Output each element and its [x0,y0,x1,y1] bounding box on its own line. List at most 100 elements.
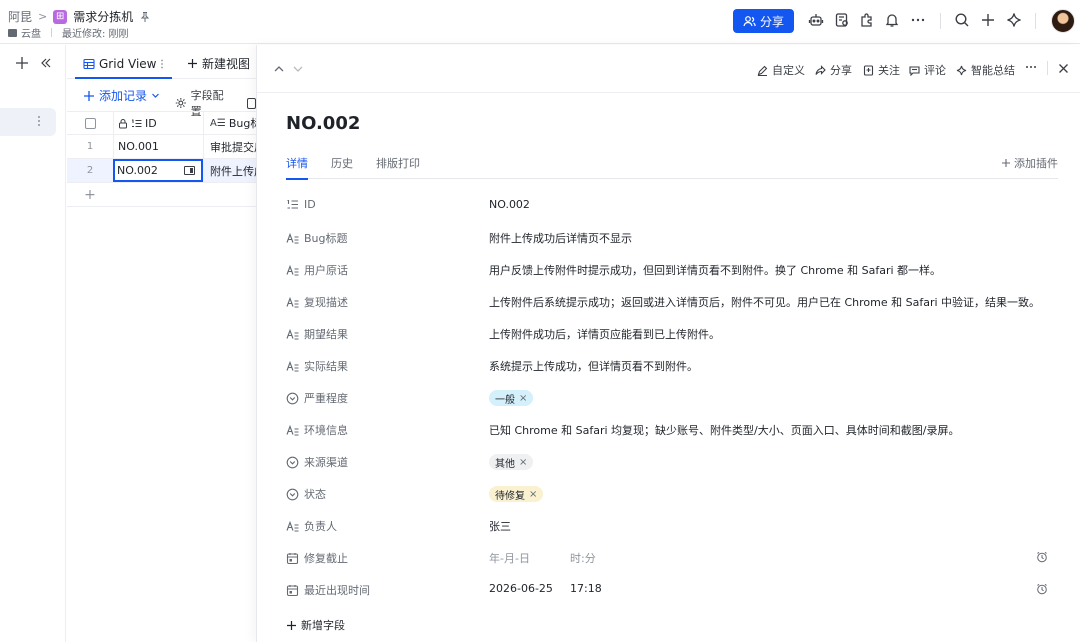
view-tabs: Grid View 新建视图 [67,45,256,79]
bell-icon[interactable] [884,12,902,30]
plus-icon [1002,159,1010,167]
add-table-icon[interactable] [15,56,29,70]
comment-label: 评论 [924,64,946,77]
add-row[interactable]: + [67,183,256,207]
field-value[interactable]: 上传附件后系统提示成功；返回或进入详情页后，附件不可见。用户已在 Chrome … [489,294,1040,310]
toolbar-more-icon[interactable] [247,97,257,109]
field-value[interactable]: 用户反馈上传附件时提示成功，但回到详情页看不到附件。换了 Chrome 和 Sa… [489,262,941,278]
cell-id-active[interactable]: NO.002 [113,159,203,182]
breadcrumb-root[interactable]: 阿昆 [8,8,32,25]
field-row[interactable]: 环境信息 已知 Chrome 和 Safari 均复现；缺少账号、附件类型/大小、… [286,420,1058,440]
close-icon[interactable] [1058,63,1069,74]
field-row[interactable]: 负责人 张三 [286,516,1058,536]
cell-bug-title[interactable]: 审批提交后 [203,135,256,158]
text-icon [286,296,299,309]
collapse-sidebar-icon[interactable] [40,57,52,69]
item-more-icon[interactable] [37,115,41,127]
tab-print-layout[interactable]: 排版打印 [376,155,420,171]
option-tag-label: 其他 [495,458,515,470]
more-icon[interactable] [1025,65,1037,69]
field-row[interactable]: 用户原话 用户反馈上传附件时提示成功，但回到详情页看不到附件。换了 Chrome … [286,260,1058,280]
share-record-label: 分享 [830,64,852,77]
column-header-id[interactable]: ID [113,112,203,134]
field-row[interactable]: 期望结果 上传附件成功后，详情页应能看到已上传附件。 [286,324,1058,344]
cell-bug-title[interactable]: 附件上传成功 [203,159,256,182]
select-all-checkbox[interactable] [67,112,113,134]
plus-icon [287,620,296,630]
remove-tag-icon[interactable]: × [519,393,527,404]
more-icon[interactable] [910,12,928,30]
table-row[interactable]: 1 NO.001 审批提交后 [67,135,256,159]
gear-icon [175,97,186,109]
field-value[interactable]: 已知 Chrome 和 Safari 均复现；缺少账号、附件类型/大小、页面入口… [489,422,959,438]
add-record-button[interactable]: 添加记录 [83,87,160,104]
customize-button[interactable]: 自定义 [757,62,805,78]
field-value[interactable]: 上传附件成功后，详情页应能看到已上传附件。 [489,326,720,342]
plugin-icon[interactable] [859,12,877,30]
plus-icon[interactable] [980,12,998,30]
share-record-button[interactable]: 分享 [815,62,852,78]
new-view-button[interactable]: 新建视图 [187,55,250,72]
add-field-button[interactable]: 新增字段 [286,617,345,633]
date-value[interactable]: 2026-06-25 [489,582,553,595]
time-value[interactable]: 17:18 [570,582,602,595]
location-label[interactable]: 云盘 [21,25,41,40]
grid-toolbar: 添加记录 [83,87,160,104]
field-value[interactable]: NO.002 [489,198,530,211]
field-row[interactable]: 状态 待修复 × [286,484,1058,504]
chevron-down-icon[interactable] [151,91,160,100]
cell-id[interactable]: NO.001 [113,135,203,158]
pin-icon[interactable] [139,11,151,23]
alarm-clock-icon[interactable] [1036,583,1048,595]
share-button[interactable]: 分享 [733,9,794,33]
comment-button[interactable]: 评论 [909,62,946,78]
remove-tag-icon[interactable]: × [529,489,537,500]
field-value[interactable]: 待修复 × [489,486,544,502]
field-row[interactable]: 来源渠道 其他 × [286,452,1058,472]
option-tag-label: 一般 [495,394,515,406]
autonumber-icon [286,198,299,211]
field-row[interactable]: 修复截止 年-月-日 时:分 [286,548,1058,568]
expand-record-icon[interactable] [184,166,195,175]
next-record-icon[interactable] [292,63,304,75]
ai-sparkle-icon[interactable] [1006,12,1024,30]
sidebar-item-selected[interactable] [0,108,56,136]
tab-grid-view[interactable]: Grid View [75,51,173,79]
robot-icon[interactable] [808,12,826,30]
remove-tag-icon[interactable]: × [519,457,527,468]
alarm-clock-icon[interactable] [1036,551,1048,563]
column-header-bug-title[interactable]: A☰ Bug标题 [203,112,256,134]
time-value[interactable]: 时:分 [570,550,596,566]
tab-more-icon[interactable] [160,59,164,69]
field-row[interactable]: 复现描述 上传附件后系统提示成功；返回或进入详情页后，附件不可见。用户已在 Chr… [286,292,1058,312]
add-plugin-button[interactable]: 添加插件 [1001,155,1058,171]
field-label: 来源渠道 [286,454,348,470]
table-row[interactable]: 2 NO.002 附件上传成功 [67,159,256,183]
tab-details[interactable]: 详情 [286,155,308,180]
field-row[interactable]: 实际结果 系统提示上传成功，但详情页看不到附件。 [286,356,1058,376]
search-icon[interactable] [954,12,972,30]
field-row[interactable]: 最近出现时间 2026-06-25 17:18 [286,580,1058,600]
field-value[interactable]: 一般 × [489,390,534,406]
follow-button[interactable]: 关注 [863,62,900,78]
ai-summary-button[interactable]: 智能总结 [956,62,1015,78]
date-value[interactable]: 年-月-日 [489,550,530,566]
form-icon[interactable] [834,12,852,30]
option-tag[interactable]: 一般 × [489,390,534,406]
add-row-icon[interactable]: + [67,183,113,206]
field-value[interactable]: 张三 [489,518,511,534]
previous-record-icon[interactable] [273,63,285,75]
text-icon [286,360,299,373]
field-value[interactable]: 系统提示上传成功，但详情页看不到附件。 [489,358,698,374]
field-row[interactable]: 严重程度 一般 × [286,388,1058,408]
avatar[interactable] [1051,9,1075,33]
tab-history[interactable]: 历史 [331,155,353,171]
field-label: Bug标题 [286,230,348,246]
field-row[interactable]: ID NO.002 [286,196,1058,216]
field-value[interactable]: 其他 × [489,454,534,470]
document-title[interactable]: 需求分拣机 [73,8,133,25]
option-tag[interactable]: 待修复 × [489,486,544,502]
field-value[interactable]: 附件上传成功后详情页不显示 [489,230,632,246]
field-row[interactable]: Bug标题 附件上传成功后详情页不显示 [286,228,1058,248]
option-tag[interactable]: 其他 × [489,454,534,470]
